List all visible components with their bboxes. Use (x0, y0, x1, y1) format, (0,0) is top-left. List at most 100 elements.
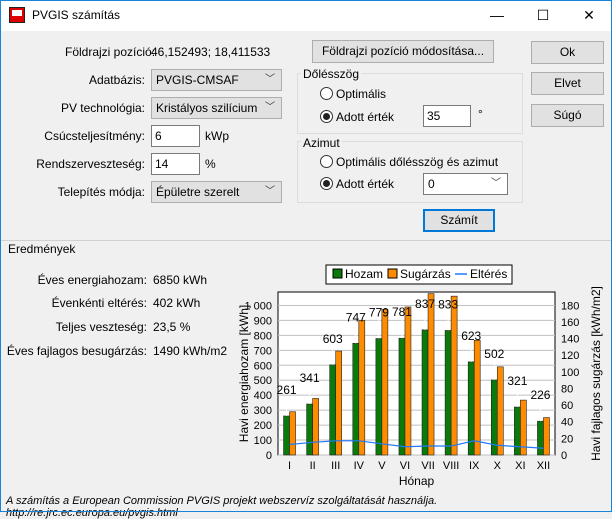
bar-sugarzas (381, 309, 389, 456)
deviation-label: Évenkénti eltérés: (51, 296, 147, 310)
data-label: 321 (507, 374, 527, 388)
window-title: PVGIS számítás (32, 8, 121, 22)
y-tick-label: 100 (254, 435, 272, 447)
azimuth-optimal-label: Optimális dőlésszög és azimut (336, 155, 499, 169)
minimize-button[interactable]: — (474, 0, 520, 30)
azimuth-fixed-label: Adott érték (336, 177, 395, 191)
total-loss-value: 23,5 % (153, 320, 191, 334)
mount-value: Épületre szerelt (156, 185, 240, 199)
x-tick-label: XII (537, 460, 550, 472)
calculate-button[interactable]: Számít (423, 209, 495, 232)
y2-tick-label: 0 (561, 450, 567, 462)
tilt-fixed-radio[interactable] (320, 110, 333, 123)
bar-sugarzas (496, 366, 504, 456)
data-label: 779 (369, 306, 389, 320)
chevron-down-icon: ﹀ (265, 102, 275, 113)
azimuth-fixed-radio[interactable] (320, 177, 333, 190)
azimuth-optimal-radio[interactable] (320, 155, 333, 168)
x-tick-label: VII (421, 460, 434, 472)
legend-swatch-hozam (332, 268, 343, 279)
x-tick-label: VIII (443, 460, 460, 472)
azimuth-select[interactable]: 0 ﹀ (423, 173, 508, 195)
y-tick-label: 300 (254, 405, 272, 417)
tech-value: Kristályos szilícium (156, 101, 258, 115)
x-tick-label: IV (354, 460, 365, 472)
db-value: PVGIS-CMSAF (156, 73, 239, 87)
mount-select[interactable]: Épületre szerelt ﹀ (151, 181, 282, 203)
tilt-title: Dőlésszög (301, 67, 362, 81)
x-axis-title: Hónap (399, 474, 435, 488)
peak-input[interactable]: 6 (151, 125, 200, 147)
x-tick-label: I (288, 460, 291, 472)
x-tick-label: III (331, 460, 340, 472)
x-tick-label: IX (469, 460, 480, 472)
bar-hozam (514, 406, 521, 456)
maximize-button[interactable]: ☐ (520, 0, 566, 30)
y-tick-label: 0 (266, 450, 272, 462)
y-tick-label: 800 (254, 330, 272, 342)
y2-tick-label: 60 (561, 400, 573, 412)
tilt-optimal-label: Optimális (336, 87, 387, 101)
tilt-group (297, 73, 523, 134)
loss-input[interactable]: 14 (151, 153, 200, 175)
db-select[interactable]: PVGIS-CMSAF ﹀ (151, 69, 282, 91)
annual-yield-value: 6850 kWh (153, 273, 208, 287)
legend-swatch-sugarzas (387, 268, 398, 279)
y2-tick-label: 100 (561, 367, 579, 379)
y-tick-label: 900 (254, 315, 272, 327)
mount-label: Telepítés módja: (57, 185, 145, 199)
legend-label-elteres: Eltérés (470, 267, 507, 281)
bar-sugarzas (427, 293, 435, 456)
bar-hozam (375, 338, 383, 456)
bar-sugarzas (289, 411, 296, 456)
monthly-chart: 01002003004005006007008009001 0000204060… (237, 264, 603, 488)
y-tick-label: 700 (254, 345, 272, 357)
loss-unit: % (205, 157, 216, 171)
data-label: 603 (323, 332, 343, 346)
data-label: 833 (438, 297, 458, 311)
ok-button[interactable]: Ok (531, 41, 604, 64)
data-label: 781 (392, 305, 412, 319)
bar-hozam (537, 420, 544, 456)
results-title: Eredmények (8, 242, 76, 256)
bar-hozam (444, 330, 452, 456)
cancel-button[interactable]: Elvet (531, 72, 604, 95)
legend-label-sugarzas: Sugárzás (400, 267, 451, 281)
change-position-button[interactable]: Földrajzi pozíció módosítása... (312, 40, 494, 63)
position-value: 46,152493; 18,411533 (151, 45, 271, 59)
legend-label-hozam: Hozam (345, 267, 383, 281)
irradiation-label: Éves fajlagos besugárzás: (6, 344, 147, 358)
x-tick-label: X (494, 460, 502, 472)
data-label: 341 (300, 371, 320, 385)
y2-tick-label: 20 (561, 433, 573, 445)
position-label: Földrajzi pozíció: (65, 45, 156, 59)
x-tick-label: VI (400, 460, 410, 472)
tilt-optimal-radio[interactable] (320, 87, 333, 100)
bar-sugarzas (473, 339, 481, 456)
data-label: 623 (461, 329, 481, 343)
close-button[interactable]: ✕ (566, 0, 612, 30)
help-button[interactable]: Súgó (531, 104, 604, 127)
footer-text: A számítás a European Commission PVGIS p… (6, 495, 438, 519)
bar-sugarzas (358, 319, 366, 456)
y-tick-label: 600 (254, 360, 272, 372)
data-label: 502 (484, 347, 504, 361)
y2-axis-title: Havi fajlagos sugárzás [kWh/m2] (589, 286, 603, 461)
tilt-fixed-label: Adott érték (336, 110, 395, 124)
deviation-value: 402 kWh (153, 296, 201, 310)
bar-sugarzas (543, 417, 550, 456)
bar-sugarzas (312, 398, 319, 456)
chevron-down-icon: ﹀ (265, 186, 275, 197)
tech-select[interactable]: Kristályos szilícium ﹀ (151, 97, 282, 119)
tilt-input[interactable]: 35 (423, 105, 471, 127)
x-tick-label: V (378, 460, 386, 472)
bar-hozam (352, 342, 360, 456)
bar-hozam (283, 415, 290, 456)
y-tick-label: 500 (254, 375, 272, 387)
app-icon (9, 7, 25, 23)
y2-tick-label: 80 (561, 383, 573, 395)
bar-sugarzas (335, 350, 343, 456)
divider (0, 240, 612, 241)
chevron-down-icon: ﹀ (491, 178, 501, 189)
total-loss-label: Teljes veszteség: (55, 320, 147, 334)
